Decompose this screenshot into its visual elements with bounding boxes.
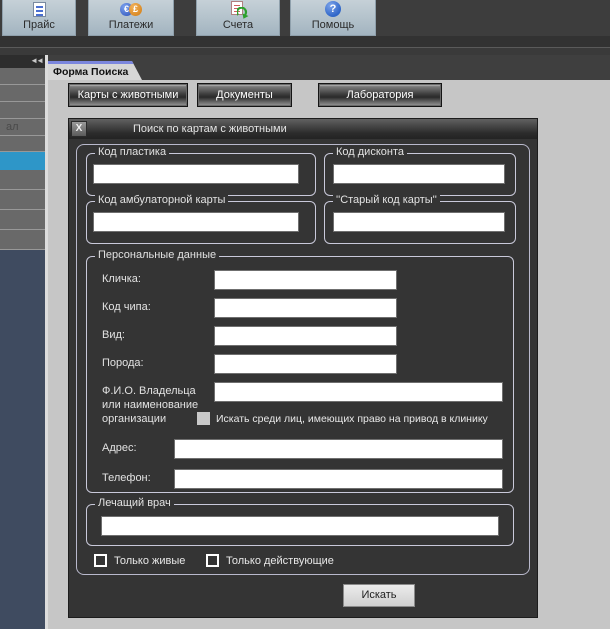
phone-label: Телефон: <box>102 472 151 484</box>
chip-code-label: Код чипа: <box>102 301 151 313</box>
toolbar-button-label: Помощь <box>312 19 355 32</box>
search-button[interactable]: Искать <box>343 584 415 607</box>
plastic-code-input[interactable] <box>93 164 299 184</box>
group-personal-data: Персональные данные Кличка: Код чипа: Ви… <box>86 256 514 493</box>
only-active-checkbox[interactable] <box>206 554 219 567</box>
sidebar-header: ◄◄ <box>0 55 45 68</box>
owner-search-checkbox-label: Искать среди лиц, имеющих право на приво… <box>216 413 488 425</box>
owner-name-label: Ф.И.О. Владельца или наименование органи… <box>102 384 198 426</box>
nav-button-documents[interactable]: Документы <box>197 83 292 107</box>
sidebar-list-item[interactable] <box>0 170 45 190</box>
nickname-input[interactable] <box>214 270 397 290</box>
group-label: Код пластика <box>95 146 169 158</box>
upper-dark-strip <box>0 48 610 55</box>
invoices-icon <box>231 0 246 18</box>
only-active-label: Только действующие <box>226 555 334 567</box>
collapse-sidebar-icon[interactable]: ◄◄ <box>30 56 42 65</box>
close-icon[interactable]: X <box>71 121 87 137</box>
breed-label: Порода: <box>102 357 144 369</box>
price-list-icon <box>33 0 46 18</box>
only-alive-checkbox[interactable] <box>94 554 107 567</box>
pound-coin-icon: £ <box>129 3 142 16</box>
toolbar-button-label: Прайс <box>23 19 55 32</box>
nav-button-laboratory[interactable]: Лаборатория <box>318 83 442 107</box>
address-input[interactable] <box>174 439 503 459</box>
doctor-input[interactable] <box>101 516 499 536</box>
left-sidebar: ◄◄ ал <box>0 55 45 629</box>
group-discount-code: Код дисконта <box>324 153 516 196</box>
dialog-title: Поиск по картам с животными <box>133 119 287 139</box>
toolbar-button-help[interactable]: ? Помощь <box>290 0 376 36</box>
owner-name-input[interactable] <box>214 382 503 402</box>
old-card-code-input[interactable] <box>333 212 505 232</box>
toolbar-button-price[interactable]: Прайс <box>2 0 76 36</box>
discount-code-input[interactable] <box>333 164 505 184</box>
sidebar-item-label: ал <box>0 119 45 133</box>
sidebar-lower-panel <box>0 250 45 629</box>
payments-coins-icon: € £ <box>120 0 142 18</box>
group-label: Код амбулаторной карты <box>95 194 228 206</box>
sidebar-list-item[interactable] <box>0 102 45 119</box>
sidebar-list-item[interactable]: ал <box>0 119 45 136</box>
ambulatory-code-input[interactable] <box>93 212 299 232</box>
nickname-label: Кличка: <box>102 273 141 285</box>
owner-search-checkbox[interactable] <box>197 412 210 425</box>
help-icon: ? <box>325 0 341 18</box>
toolbar-button-label: Счета <box>223 19 253 32</box>
sidebar-list-item-selected[interactable] <box>0 152 45 170</box>
dialog-titlebar: X Поиск по картам с животными <box>69 119 537 139</box>
group-label: Лечащий врач <box>95 497 174 509</box>
sidebar-list-item[interactable] <box>0 68 45 85</box>
search-dialog: X Поиск по картам с животными Код пласти… <box>68 118 538 618</box>
species-label: Вид: <box>102 329 125 341</box>
nav-button-animal-cards[interactable]: Карты с животными <box>68 83 188 107</box>
phone-input[interactable] <box>174 469 503 489</box>
group-ambulatory-code: Код амбулаторной карты <box>86 201 316 244</box>
tab-search-form[interactable]: Форма Поиска <box>48 61 142 80</box>
group-attending-doctor: Лечащий врач <box>86 504 514 546</box>
sidebar-list-item[interactable] <box>0 230 45 250</box>
toolbar-button-payments[interactable]: € £ Платежи <box>88 0 174 36</box>
address-label: Адрес: <box>102 442 137 454</box>
group-label: Персональные данные <box>95 249 219 261</box>
sidebar-list-item[interactable] <box>0 210 45 230</box>
chip-code-input[interactable] <box>214 298 397 318</box>
toolbar-button-label: Платежи <box>109 19 154 32</box>
tab-label: Форма Поиска <box>48 64 142 80</box>
group-label: ''Старый код карты'' <box>333 194 440 206</box>
group-old-card-code: ''Старый код карты'' <box>324 201 516 244</box>
sidebar-list-item[interactable] <box>0 85 45 102</box>
group-plastic-code: Код пластика <box>86 153 316 196</box>
group-label: Код дисконта <box>333 146 407 158</box>
sidebar-list-item[interactable] <box>0 190 45 210</box>
sidebar-list-item[interactable] <box>0 136 45 152</box>
only-alive-label: Только живые <box>114 555 185 567</box>
breed-input[interactable] <box>214 354 397 374</box>
main-toolbar: Прайс € £ Платежи Счета ? Помощь <box>0 0 610 36</box>
application-window: Прайс € £ Платежи Счета ? Помощь ◄◄ <box>0 0 610 629</box>
toolbar-bottom-strip <box>0 36 610 47</box>
toolbar-button-invoices[interactable]: Счета <box>196 0 280 36</box>
species-input[interactable] <box>214 326 397 346</box>
